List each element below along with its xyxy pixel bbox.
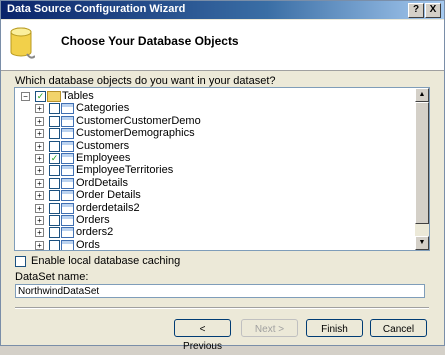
tree-item-checkbox[interactable] [49, 115, 60, 127]
expand-icon[interactable]: + [35, 154, 44, 163]
page-title: Choose Your Database Objects [61, 34, 239, 48]
tree-item-checkbox[interactable] [49, 190, 60, 202]
dataset-name-label: DataSet name: [15, 271, 89, 283]
tree-item-label: OrdDetails [76, 176, 128, 189]
tree-item-label: Order Details [76, 189, 141, 202]
table-icon [61, 140, 74, 152]
expand-icon[interactable]: + [35, 141, 44, 151]
wizard-header: Choose Your Database Objects [1, 20, 444, 71]
tree-item-checkbox[interactable] [49, 177, 60, 189]
tree-root-label: Tables [62, 90, 94, 102]
tree-item[interactable]: + ✓ Employees [15, 152, 413, 165]
expand-icon[interactable]: + [35, 203, 44, 213]
table-icon [61, 215, 74, 226]
window-title: Data Source Configuration Wizard [7, 3, 186, 15]
tree-item[interactable]: + orders2 [15, 226, 413, 239]
tree-root-row[interactable]: − ✓ Tables [15, 90, 413, 103]
previous-button[interactable]: < Previous [174, 319, 231, 352]
tree-item[interactable]: + CustomerCustomerDemo [15, 114, 413, 128]
tree-item-checkbox[interactable] [49, 215, 60, 226]
expand-icon[interactable]: + [35, 166, 44, 176]
caching-label: Enable local database caching [31, 255, 181, 267]
expand-icon[interactable]: + [35, 240, 44, 250]
tree-item-checkbox[interactable] [49, 103, 60, 115]
help-button[interactable]: ? [408, 3, 424, 18]
tree-item-checkbox[interactable]: ✓ [49, 153, 60, 164]
expand-icon[interactable]: + [35, 228, 44, 238]
tree-scrollbar[interactable]: ▲ ▼ [415, 88, 429, 250]
tree-item[interactable]: + Ords [15, 238, 413, 251]
tree-item-label: EmployeeTerritories [76, 164, 174, 177]
tree-item-label: CustomerCustomerDemo [76, 114, 201, 127]
scroll-down-button[interactable]: ▼ [415, 236, 429, 250]
expand-icon[interactable]: + [35, 104, 44, 114]
finish-button[interactable]: Finish [306, 319, 363, 337]
button-separator [15, 307, 429, 309]
tree-item-checkbox[interactable] [49, 140, 60, 152]
table-icon [61, 103, 74, 115]
table-icon [61, 153, 74, 164]
tree-item-checkbox[interactable] [49, 239, 60, 250]
tree-item[interactable]: + Order Details [15, 189, 413, 202]
table-icon [61, 177, 74, 189]
tree-item-label: Ords [76, 238, 100, 251]
title-bar[interactable]: Data Source Configuration Wizard ? X [1, 1, 444, 19]
tree-item-label: Customers [76, 139, 130, 152]
database-icon [10, 27, 35, 59]
tree-item-checkbox[interactable] [49, 165, 60, 177]
table-icon [61, 165, 74, 177]
tree-item-checkbox[interactable] [49, 128, 60, 140]
tree-item[interactable]: + Customers [15, 139, 413, 153]
cancel-button[interactable]: Cancel [370, 319, 427, 337]
database-objects-tree[interactable]: − ✓ Tables + Categories + CustomerCustomerDemo… [14, 87, 430, 251]
collapse-icon[interactable]: − [21, 92, 30, 101]
tree-item-checkbox[interactable] [49, 202, 60, 214]
expand-icon[interactable]: + [35, 178, 44, 188]
expand-icon[interactable]: + [35, 191, 44, 201]
folder-icon [47, 91, 61, 102]
table-icon [61, 227, 74, 239]
tree-item[interactable]: + Categories [15, 102, 413, 115]
tree-item[interactable]: + OrdDetails [15, 176, 413, 190]
tree-item-label: CustomerDemographics [76, 127, 195, 140]
expand-icon[interactable]: + [35, 216, 44, 225]
tree-root-checkbox[interactable]: ✓ [35, 91, 46, 102]
tree-item-label: orderdetails2 [76, 201, 140, 214]
tree-item-label: Categories [76, 102, 130, 115]
expand-icon[interactable]: + [35, 129, 44, 139]
caching-checkbox[interactable] [15, 256, 26, 267]
scroll-thumb[interactable] [415, 102, 429, 224]
table-icon [61, 128, 74, 140]
objects-question-label: Which database objects do you want in yo… [15, 75, 276, 87]
close-button[interactable]: X [425, 3, 441, 18]
table-icon [61, 202, 74, 214]
tree-item[interactable]: + orderdetails2 [15, 201, 413, 215]
table-icon [61, 115, 74, 127]
tree-item[interactable]: + EmployeeTerritories [15, 164, 413, 177]
expand-icon[interactable]: + [35, 116, 44, 126]
next-button[interactable]: Next > [241, 319, 298, 337]
table-icon [61, 190, 74, 202]
tree-item-label: orders2 [76, 226, 114, 239]
tree-item[interactable]: + CustomerDemographics [15, 127, 413, 140]
tree-item[interactable]: + Orders [15, 214, 413, 227]
dataset-name-input[interactable] [15, 284, 425, 298]
tree-item-label: Employees [76, 152, 131, 164]
scroll-up-button[interactable]: ▲ [415, 88, 429, 102]
tree-item-label: Orders [76, 214, 110, 226]
wizard-window: Data Source Configuration Wizard ? X Cho… [0, 0, 445, 352]
tree-item-checkbox[interactable] [49, 227, 60, 239]
table-icon [61, 239, 74, 250]
